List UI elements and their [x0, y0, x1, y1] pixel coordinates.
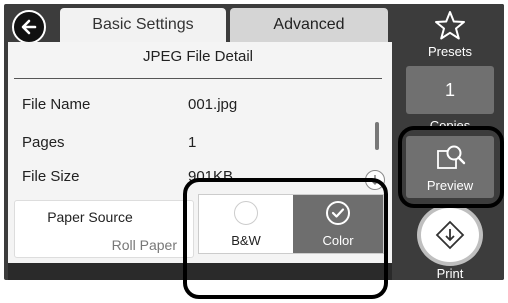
print-diamond-icon	[435, 220, 465, 250]
color-option[interactable]: Color	[293, 195, 383, 253]
print-button[interactable]	[416, 204, 486, 266]
preview-zoom-icon	[437, 145, 466, 169]
print-circle	[417, 204, 483, 266]
checkmark-icon	[326, 201, 350, 225]
back-button[interactable]	[12, 10, 46, 44]
right-sidebar: Presets 1 Copies Preview Print	[396, 4, 504, 280]
bw-option[interactable]: B&W	[199, 195, 293, 253]
presets-button[interactable]: Presets	[396, 4, 504, 62]
detail-title: JPEG File Detail	[142, 48, 254, 65]
bottom-bar	[8, 263, 392, 280]
preview-button[interactable]: Preview	[406, 136, 494, 198]
paper-source-item[interactable]: Paper Source Roll Paper	[14, 200, 194, 258]
copies-input[interactable]: 1	[406, 66, 494, 114]
back-arrow-icon	[21, 19, 37, 35]
file-name-value: 001.jpg	[188, 96, 238, 113]
copies-value: 1	[444, 79, 455, 100]
scroll-down-button[interactable]	[365, 170, 385, 190]
pages-value: 1	[188, 134, 197, 151]
radio-unchecked-icon	[234, 201, 258, 225]
bw-option-label: B&W	[231, 233, 261, 248]
file-name-label: File Name	[22, 96, 91, 113]
printer-screen: Basic Settings Advanced JPEG File Detail…	[4, 4, 504, 280]
print-label: Print	[436, 266, 464, 280]
copies-label: Copies	[429, 118, 471, 128]
tab-basic-settings[interactable]: Basic Settings	[60, 8, 226, 42]
paper-source-value: Roll Paper	[111, 237, 177, 253]
preview-label: Preview	[426, 178, 474, 193]
presets-label: Presets	[427, 44, 473, 59]
tab-advanced-label: Advanced	[273, 16, 345, 33]
tab-basic-settings-label: Basic Settings	[92, 16, 194, 33]
file-size-label: File Size	[22, 168, 80, 185]
color-option-label: Color	[322, 233, 354, 248]
scrollbar[interactable]	[375, 122, 379, 150]
title-divider	[14, 78, 382, 79]
color-mode-selector: B&W Color	[198, 194, 384, 254]
file-size-value: 901KB	[188, 168, 234, 185]
paper-source-label: Paper Source	[47, 209, 133, 225]
star-icon	[435, 11, 465, 40]
pages-label: Pages	[22, 134, 65, 151]
tab-advanced[interactable]: Advanced	[230, 8, 388, 42]
scroll-down-icon	[370, 175, 380, 185]
